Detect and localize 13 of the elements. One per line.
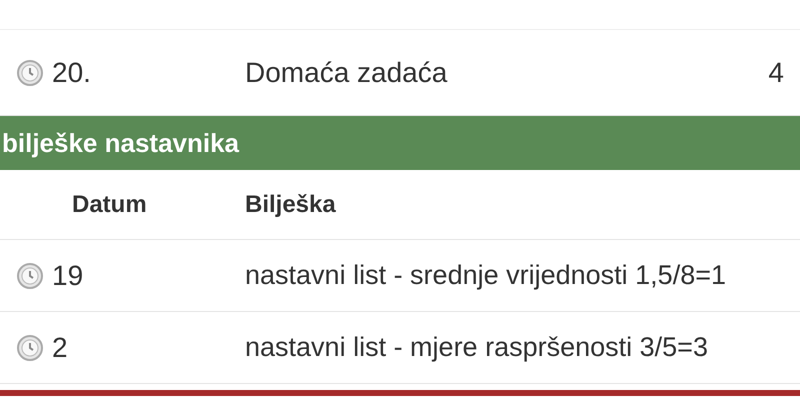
date-text: 19 — [52, 258, 84, 292]
column-header: Datum — [72, 190, 147, 218]
date-text: 2 — [52, 330, 68, 364]
clock-icon — [16, 334, 44, 362]
note-text: nastavni list - srednje vrijednosti 1,5/8=1 — [245, 259, 726, 292]
clock-icon — [16, 262, 44, 290]
note-text: Domaća zadaća — [245, 56, 448, 90]
note-text: nastavni list - mjere raspršenosti 3/5=3 — [245, 331, 708, 364]
column-header: Bilješka — [245, 190, 336, 220]
clock-icon — [16, 58, 44, 86]
date-text: 20. — [52, 56, 91, 90]
grade-text: 4 — [768, 56, 785, 90]
section-header: bilješke nastavnika — [0, 116, 800, 170]
